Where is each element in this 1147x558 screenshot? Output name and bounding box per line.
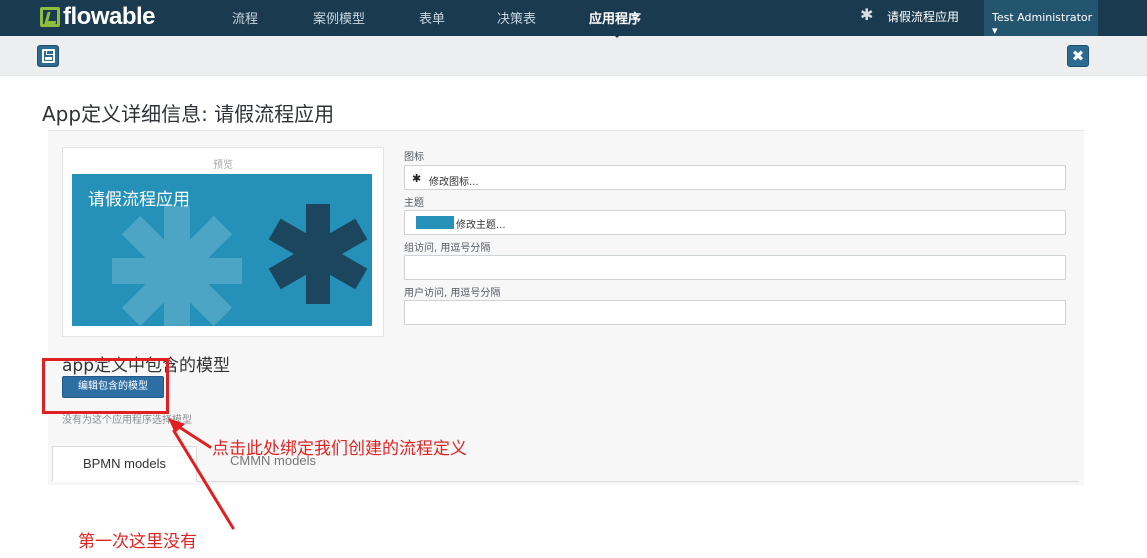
tab-bpmn-models[interactable]: BPMN models	[52, 446, 197, 482]
user-access-input[interactable]	[404, 300, 1066, 325]
asterisk-icon: ✱	[412, 172, 422, 185]
theme-label: 主题	[404, 198, 424, 209]
ghost-asterisk-icon	[112, 206, 242, 326]
tabs-divider	[52, 481, 1079, 482]
user-access-label: 用户访问, 用逗号分隔	[404, 288, 501, 299]
nav-item-case-models[interactable]: 案例模型	[313, 8, 365, 27]
save-button[interactable]	[37, 45, 59, 67]
top-navbar: flowable 流程 案例模型 表单 决策表 应用程序 ✱ 请假流程应用 Te…	[0, 0, 1147, 37]
main-nav: 流程 案例模型 表单 决策表 应用程序	[0, 0, 1147, 36]
nav-item-forms[interactable]: 表单	[419, 8, 445, 27]
theme-color-swatch	[416, 216, 454, 229]
annotation-highlight-box	[42, 358, 169, 414]
change-icon-text: 修改图标...	[429, 177, 479, 188]
user-menu[interactable]: Test Administrator ▾	[984, 0, 1098, 37]
preview-label: 预览	[213, 160, 233, 171]
nav-item-processes[interactable]: 流程	[232, 8, 258, 27]
annotation-click-here: 点击此处绑定我们创建的流程定义	[212, 439, 467, 459]
page-title: App定义详细信息: 请假流程应用	[42, 102, 335, 126]
toolbar	[0, 36, 1147, 76]
group-access-input[interactable]	[404, 255, 1066, 280]
app-asterisk-icon: ✱	[860, 5, 874, 24]
asterisk-icon	[268, 204, 368, 304]
close-button[interactable]: ✖	[1067, 45, 1089, 67]
close-icon: ✖	[1071, 47, 1085, 65]
annotation-first-time: 第一次这里没有	[78, 532, 197, 552]
nav-item-apps[interactable]: 应用程序	[589, 8, 641, 27]
change-theme-text: 修改主题...	[456, 220, 506, 231]
group-access-label: 组访问, 用逗号分隔	[404, 243, 491, 254]
app-preview-tile: 请假流程应用	[72, 174, 372, 326]
icon-label: 图标	[404, 152, 424, 163]
floppy-disk-icon	[42, 49, 55, 63]
active-nav-caret	[611, 32, 623, 38]
icon-picker[interactable]	[404, 165, 1066, 190]
current-app-title[interactable]: 请假流程应用	[887, 8, 959, 25]
nav-item-decision-tables[interactable]: 决策表	[497, 8, 536, 27]
